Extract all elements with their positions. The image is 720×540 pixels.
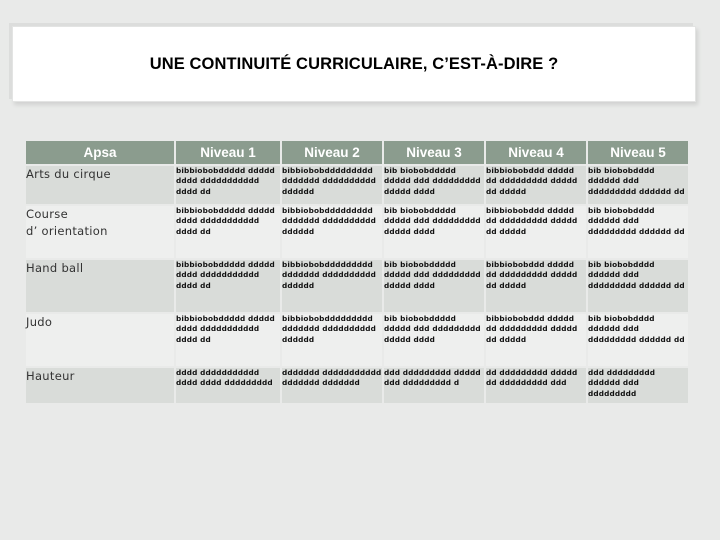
table-row: Judo bibbiobobddddd ddddd dddd ddddddddd…: [26, 314, 688, 366]
cell-apsa: Judo: [26, 314, 174, 366]
cell-niveau-3: ddd ddddddddd ddddd ddd ddddddddd d: [384, 368, 484, 403]
page-title: UNE CONTINUITÉ CURRICULAIRE, C’EST-À-DIR…: [149, 54, 559, 73]
cell-apsa: Hand ball: [26, 260, 174, 312]
cell-niveau-2: bibbiobobddddddddd ddddddd dddddddddd dd…: [282, 260, 382, 312]
title-frame: UNE CONTINUITÉ CURRICULAIRE, C’EST-À-DIR…: [12, 26, 696, 102]
cell-niveau-5: bib biobobdddd dddddd ddd ddddddddd dddd…: [588, 314, 688, 366]
cell-niveau-4: bibbiobobddd ddddd dd ddddddddd ddddd dd…: [486, 314, 586, 366]
column-header-niveau-4: Niveau 4: [486, 141, 586, 164]
apsa-table-container: Apsa Niveau 1 Niveau 2 Niveau 3 Niveau 4…: [24, 139, 688, 405]
cell-niveau-4: bibbiobobddd ddddd dd ddddddddd ddddd dd…: [486, 206, 586, 258]
cell-apsa: Hauteur: [26, 368, 174, 403]
cell-niveau-5: bib biobobdddd dddddd ddd ddddddddd dddd…: [588, 206, 688, 258]
table-header: Apsa Niveau 1 Niveau 2 Niveau 3 Niveau 4…: [26, 141, 688, 164]
table-body: Arts du cirque bibbiobobddddd ddddd dddd…: [26, 166, 688, 403]
table-row: Hauteur dddd ddddddddddd dddd dddd ddddd…: [26, 368, 688, 403]
cell-niveau-2: bibbiobobddddddddd ddddddd dddddddddd dd…: [282, 314, 382, 366]
cell-niveau-1: bibbiobobddddd ddddd dddd ddddddddddd dd…: [176, 206, 280, 258]
cell-niveau-1: bibbiobobddddd ddddd dddd ddddddddddd dd…: [176, 260, 280, 312]
apsa-table: Apsa Niveau 1 Niveau 2 Niveau 3 Niveau 4…: [24, 139, 690, 405]
column-header-niveau-5: Niveau 5: [588, 141, 688, 164]
cell-niveau-4: dd ddddddddd ddddd dd ddddddddd ddd: [486, 368, 586, 403]
cell-niveau-2: bibbiobobddddddddd ddddddd dddddddddd dd…: [282, 206, 382, 258]
table-row: Course d’ orientation bibbiobobddddd ddd…: [26, 206, 688, 258]
table-row: Arts du cirque bibbiobobddddd ddddd dddd…: [26, 166, 688, 204]
cell-niveau-3: bib biobobddddd ddddd ddd ddddddddd dddd…: [384, 166, 484, 204]
cell-niveau-3: bib biobobddddd ddddd ddd ddddddddd dddd…: [384, 206, 484, 258]
cell-niveau-4: bibbiobobddd ddddd dd ddddddddd ddddd dd…: [486, 260, 586, 312]
column-header-niveau-2: Niveau 2: [282, 141, 382, 164]
cell-apsa: Arts du cirque: [26, 166, 174, 204]
cell-niveau-5: bib biobobdddd dddddd ddd ddddddddd dddd…: [588, 166, 688, 204]
cell-niveau-3: bib biobobddddd ddddd ddd ddddddddd dddd…: [384, 314, 484, 366]
title-container: UNE CONTINUITÉ CURRICULAIRE, C’EST-À-DIR…: [13, 27, 695, 101]
column-header-apsa: Apsa: [26, 141, 174, 164]
cell-niveau-4: bibbiobobddd ddddd dd ddddddddd ddddd dd…: [486, 166, 586, 204]
cell-niveau-3: bib biobobddddd ddddd ddd ddddddddd dddd…: [384, 260, 484, 312]
cell-niveau-1: bibbiobobddddd ddddd dddd ddddddddddd dd…: [176, 166, 280, 204]
column-header-niveau-1: Niveau 1: [176, 141, 280, 164]
cell-niveau-1: bibbiobobddddd ddddd dddd ddddddddddd dd…: [176, 314, 280, 366]
cell-niveau-5: ddd ddddddddd dddddd ddd ddddddddd: [588, 368, 688, 403]
cell-niveau-2: bibbiobobddddddddd ddddddd dddddddddd dd…: [282, 166, 382, 204]
cell-apsa: Course d’ orientation: [26, 206, 174, 258]
cell-niveau-1: dddd ddddddddddd dddd dddd ddddddddd: [176, 368, 280, 403]
cell-niveau-2: ddddddd ddddddddddd ddddddd ddddddd: [282, 368, 382, 403]
column-header-niveau-3: Niveau 3: [384, 141, 484, 164]
cell-niveau-5: bib biobobdddd dddddd ddd ddddddddd dddd…: [588, 260, 688, 312]
table-row: Hand ball bibbiobobddddd ddddd dddd dddd…: [26, 260, 688, 312]
table-header-row: Apsa Niveau 1 Niveau 2 Niveau 3 Niveau 4…: [26, 141, 688, 164]
